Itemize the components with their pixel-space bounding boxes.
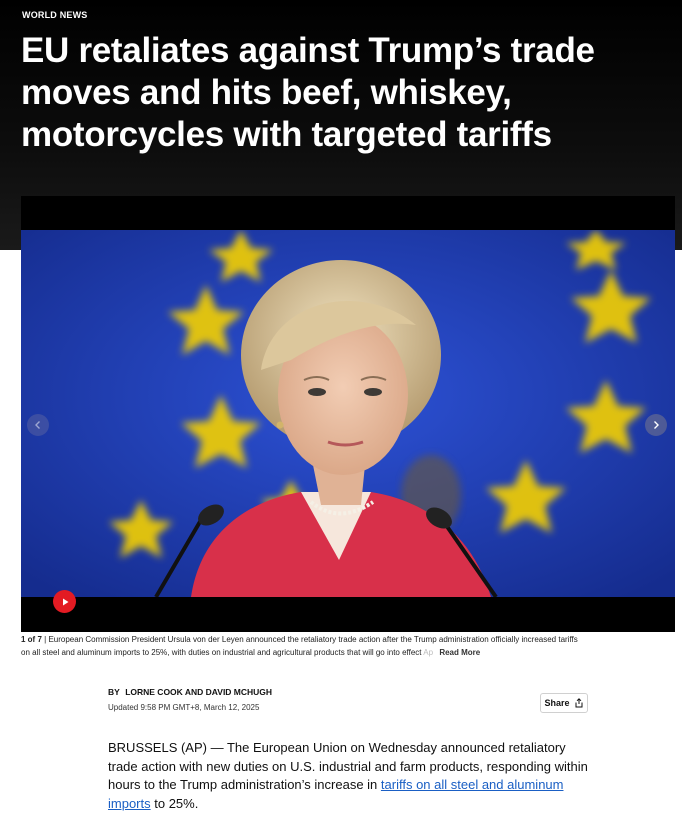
caption-text: European Commission President Ursula von… — [21, 635, 578, 657]
byline: BY LORNE COOK AND DAVID MCHUGH — [108, 687, 272, 697]
gallery-photo — [21, 230, 675, 597]
photo-gallery — [21, 196, 675, 632]
byline-prefix: BY — [108, 687, 120, 697]
gallery-next-button[interactable] — [645, 414, 667, 436]
section-label[interactable]: WORLD NEWS — [22, 10, 88, 20]
photo-caption: 1 of 7 | European Commission President U… — [21, 634, 581, 659]
gallery-prev-button[interactable] — [27, 414, 49, 436]
article-paragraph: BRUSSELS (AP) — The European Union on We… — [108, 739, 598, 813]
paragraph-text-end: to 25%. — [150, 795, 199, 811]
byline-authors[interactable]: LORNE COOK AND DAVID MCHUGH — [125, 687, 272, 697]
chevron-right-icon — [654, 421, 659, 429]
chevron-left-icon — [35, 421, 40, 429]
share-label: Share — [544, 698, 570, 708]
caption-separator: | — [44, 635, 47, 644]
gallery-counter: 1 of 7 — [21, 635, 42, 644]
share-button[interactable]: Share — [540, 693, 588, 713]
page-title: EU retaliates against Trump’s trade move… — [21, 31, 595, 154]
updated-timestamp: Updated 9:58 PM GMT+8, March 12, 2025 — [108, 703, 260, 712]
play-button[interactable] — [53, 590, 76, 613]
play-icon — [62, 598, 68, 605]
caption-fade: Ap — [423, 647, 434, 657]
share-icon — [575, 698, 582, 708]
photo-illustration — [21, 230, 675, 597]
read-more-link[interactable]: Read More — [439, 648, 480, 657]
